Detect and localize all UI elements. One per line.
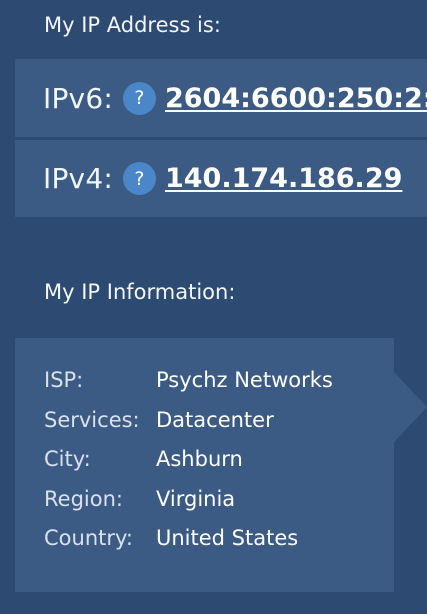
country-value: United States xyxy=(156,526,299,550)
ipv4-help-icon[interactable]: ? xyxy=(122,162,156,195)
info-row-region: Region: Virginia xyxy=(44,487,333,527)
region-label: Region: xyxy=(44,486,123,511)
city-value: Ashburn xyxy=(156,447,243,471)
ip-information-table: ISP: Psychz Networks Services: Datacente… xyxy=(44,368,333,566)
info-row-services: Services: Datacenter xyxy=(44,408,333,448)
services-value: Datacenter xyxy=(156,407,274,432)
ipv6-row: IPv6: ? 2604:6600:250:2:4 xyxy=(15,59,427,137)
country-label: Country: xyxy=(44,526,133,550)
panel-arrow xyxy=(394,372,427,442)
ipv4-row: IPv4: ? 140.174.186.29 xyxy=(15,140,427,217)
info-row-isp: ISP: Psychz Networks xyxy=(44,368,333,408)
ipv4-label: IPv4: xyxy=(43,162,113,195)
ipv6-help-icon[interactable]: ? xyxy=(122,81,156,115)
ip-information-heading: My IP Information: xyxy=(44,280,236,304)
city-label: City: xyxy=(44,447,91,471)
isp-label: ISP: xyxy=(44,368,84,392)
services-label: Services: xyxy=(44,407,140,432)
region-value: Virginia xyxy=(156,486,236,511)
isp-value: Psychz Networks xyxy=(156,368,333,392)
ip-address-heading: My IP Address is: xyxy=(44,13,221,37)
ipv6-value-link[interactable]: 2604:6600:250:2:4 xyxy=(165,83,427,114)
ipv4-value-link[interactable]: 140.174.186.29 xyxy=(165,163,402,194)
info-row-city: City: Ashburn xyxy=(44,447,333,487)
page: My IP Address is: IPv6: ? 2604:6600:250:… xyxy=(0,0,427,614)
info-row-country: Country: United States xyxy=(44,526,333,566)
ipv6-label: IPv6: xyxy=(43,81,113,115)
